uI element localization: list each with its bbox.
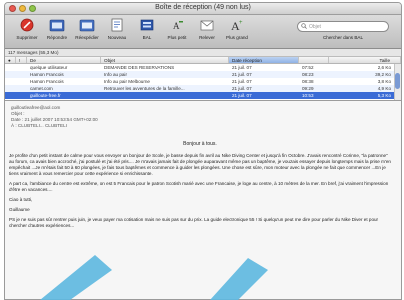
decorative-overlay <box>40 255 268 300</box>
